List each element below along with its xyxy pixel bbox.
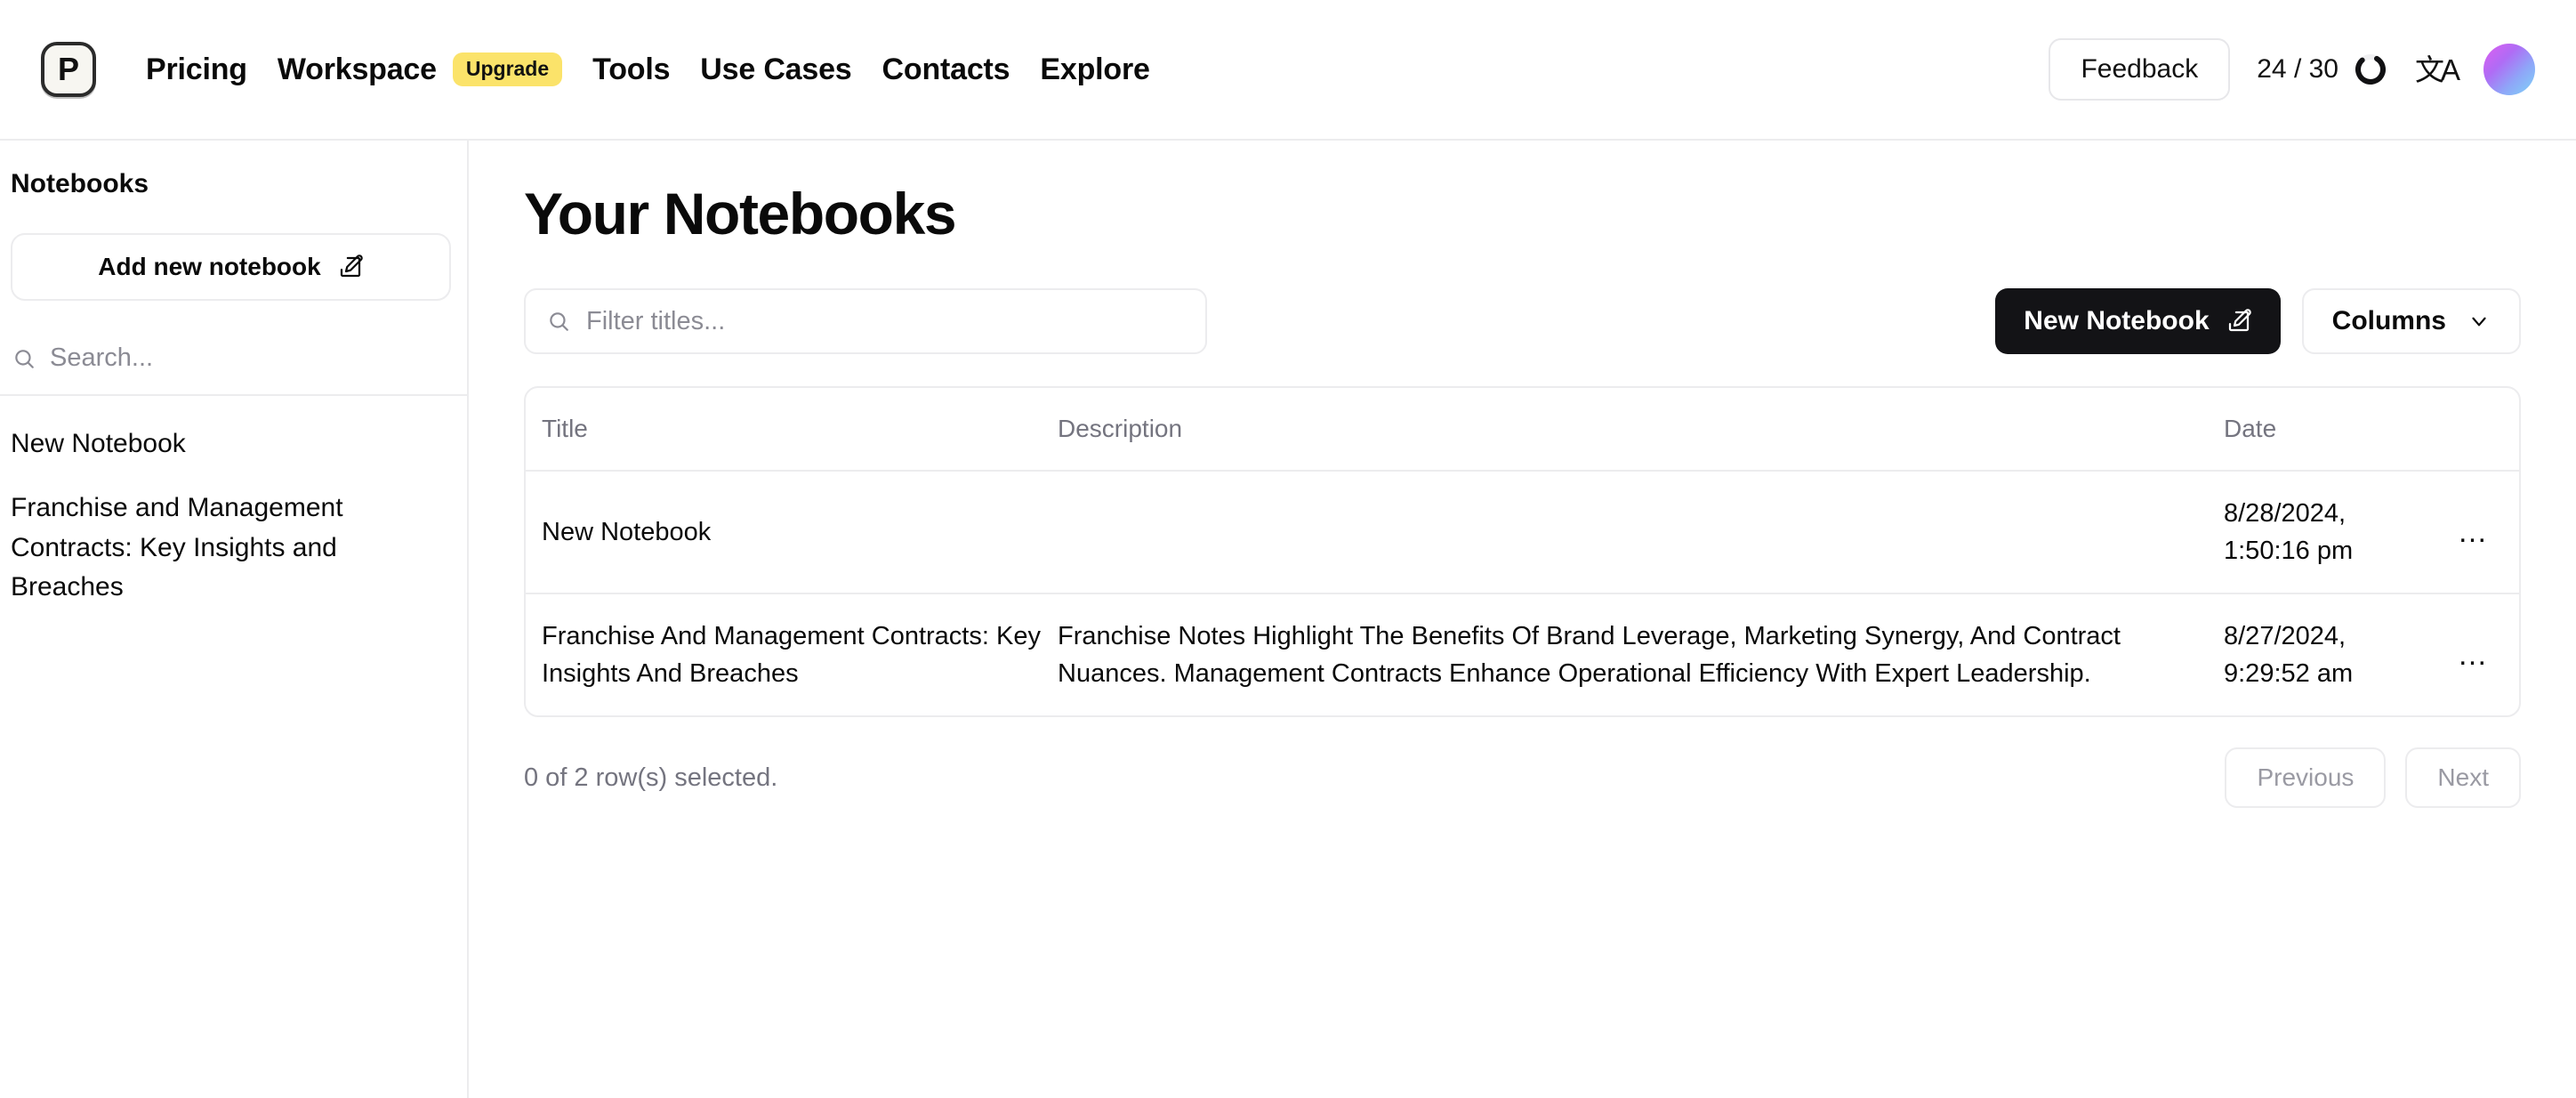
- main-content: Your Notebooks Filter titles... New Note…: [469, 141, 2576, 1098]
- filter-titles-input[interactable]: Filter titles...: [524, 288, 1207, 354]
- column-header-title[interactable]: Title: [526, 388, 1042, 472]
- credits-indicator[interactable]: 24 / 30: [2257, 52, 2388, 87]
- sidebar-notebook-item[interactable]: Franchise and Management Contracts: Key …: [0, 476, 467, 619]
- next-page-button[interactable]: Next: [2405, 747, 2521, 809]
- app-logo[interactable]: P: [41, 42, 96, 97]
- filter-titles-placeholder: Filter titles...: [586, 306, 726, 335]
- row-actions-menu-icon[interactable]: …: [2412, 471, 2519, 595]
- column-header-actions: [2412, 388, 2519, 472]
- toolbar-actions: New Notebook Columns: [1995, 288, 2521, 354]
- previous-page-button[interactable]: Previous: [2225, 747, 2387, 809]
- credits-progress-ring-icon: [2353, 52, 2388, 87]
- cell-date: 8/27/2024, 9:29:52 am: [2224, 622, 2354, 689]
- table-footer: 0 of 2 row(s) selected. Previous Next: [524, 747, 2521, 809]
- translate-icon[interactable]: 文A: [2415, 55, 2460, 85]
- sidebar-search-input[interactable]: Search...: [0, 320, 467, 396]
- table-header-row: Title Description Date: [526, 388, 2519, 472]
- nav-link-pricing[interactable]: Pricing: [146, 52, 247, 87]
- new-notebook-button[interactable]: New Notebook: [1995, 288, 2281, 354]
- navbar-right-cluster: Feedback 24 / 30 文A: [2049, 38, 2535, 101]
- rows-selected-status: 0 of 2 row(s) selected.: [524, 763, 778, 792]
- search-icon: [12, 347, 36, 370]
- add-new-notebook-button[interactable]: Add new notebook: [11, 233, 451, 301]
- column-header-description[interactable]: Description: [1042, 388, 2208, 472]
- sidebar-notebook-item[interactable]: New Notebook: [0, 412, 467, 476]
- user-avatar[interactable]: [2483, 44, 2535, 95]
- chevron-down-icon: [2467, 310, 2491, 333]
- edit-square-icon: [337, 254, 364, 280]
- table-row[interactable]: New Notebook 8/28/2024, 1:50:16 pm …: [526, 471, 2519, 595]
- table-toolbar: Filter titles... New Notebook Columns: [524, 288, 2521, 354]
- sidebar-notebook-list: New Notebook Franchise and Management Co…: [0, 396, 467, 620]
- app-logo-letter: P: [57, 51, 79, 87]
- nav-link-tools[interactable]: Tools: [592, 52, 670, 87]
- cell-description: [1042, 471, 2208, 595]
- nav-link-contacts[interactable]: Contacts: [882, 52, 1010, 87]
- sidebar-title: Notebooks: [11, 169, 149, 198]
- primary-navigation: Pricing Workspace Upgrade Tools Use Case…: [146, 52, 1150, 87]
- row-actions-menu-icon[interactable]: …: [2412, 593, 2519, 715]
- cell-title: New Notebook: [526, 471, 1042, 595]
- feedback-button[interactable]: Feedback: [2049, 38, 2231, 101]
- edit-square-icon: [2226, 308, 2252, 335]
- new-notebook-label: New Notebook: [2024, 306, 2210, 335]
- add-new-notebook-label: Add new notebook: [98, 253, 321, 280]
- sidebar-search-placeholder: Search...: [50, 343, 154, 372]
- cell-description: Franchise Notes Highlight The Benefits O…: [1058, 622, 2121, 689]
- cell-title: Franchise And Management Contracts: Key …: [542, 622, 1041, 689]
- table-row[interactable]: Franchise And Management Contracts: Key …: [526, 593, 2519, 715]
- upgrade-badge[interactable]: Upgrade: [452, 52, 563, 86]
- nav-link-explore[interactable]: Explore: [1040, 52, 1150, 87]
- page-body: Notebooks Add new notebook Search... New…: [0, 141, 2576, 1098]
- notebooks-table: Title Description Date New Notebook 8/28…: [524, 386, 2521, 718]
- columns-label: Columns: [2331, 306, 2446, 335]
- credits-label: 24 / 30: [2257, 54, 2339, 84]
- top-navbar: P Pricing Workspace Upgrade Tools Use Ca…: [0, 0, 2576, 141]
- nav-link-workspace[interactable]: Workspace: [278, 52, 437, 87]
- page-title: Your Notebooks: [524, 181, 957, 246]
- column-header-date[interactable]: Date: [2208, 388, 2412, 472]
- search-icon: [547, 310, 570, 333]
- nav-link-use-cases[interactable]: Use Cases: [700, 52, 851, 87]
- cell-date: 8/28/2024, 1:50:16 pm: [2208, 471, 2412, 595]
- pagination-controls: Previous Next: [2225, 747, 2521, 809]
- notebooks-sidebar: Notebooks Add new notebook Search... New…: [0, 141, 469, 1098]
- columns-button[interactable]: Columns: [2301, 288, 2521, 354]
